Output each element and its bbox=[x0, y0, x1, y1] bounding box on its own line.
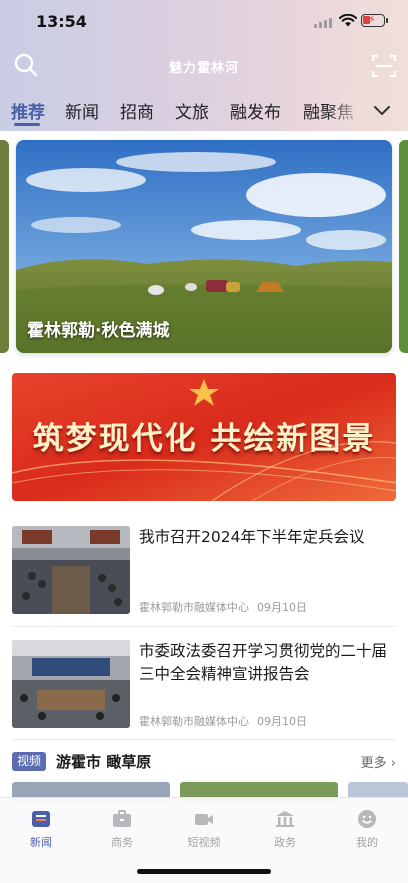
tabbar-label: 新闻 bbox=[30, 836, 52, 849]
news-title: 我市召开2024年下半年定兵会议 bbox=[139, 528, 365, 546]
video-camera-icon bbox=[195, 814, 213, 825]
news-date: 09月10日 bbox=[257, 601, 307, 614]
tab-recommend[interactable]: 推荐 bbox=[11, 98, 45, 123]
signal-icon bbox=[314, 18, 334, 28]
tab-culture-travel[interactable]: 文旅 bbox=[175, 98, 209, 123]
news-meta: 霍林郭勒市融媒体中心 09月10日 bbox=[139, 713, 307, 729]
more-label: 更多 bbox=[360, 756, 387, 771]
tabbar-government[interactable]: 政务 bbox=[255, 808, 315, 850]
channel-tabs: 推荐 新闻 招商 文旅 融发布 融聚焦 bbox=[0, 92, 408, 128]
active-tab-indicator bbox=[14, 123, 40, 126]
top-bar: 魅力霍林河 bbox=[0, 48, 408, 86]
tabbar-business[interactable]: 商务 bbox=[92, 808, 152, 850]
tab-news[interactable]: 新闻 bbox=[65, 98, 99, 123]
divider bbox=[12, 739, 396, 740]
video-section-header: 视频 游霍市 瞰草原 更多 › bbox=[12, 750, 396, 774]
tabbar-label: 我的 bbox=[356, 836, 378, 849]
news-source: 霍林郭勒市融媒体中心 bbox=[139, 601, 249, 614]
carousel-prev-slide[interactable] bbox=[0, 140, 9, 353]
news-date: 09月10日 bbox=[257, 715, 307, 728]
chevron-down-icon[interactable] bbox=[372, 100, 392, 120]
tabbar-label: 商务 bbox=[111, 836, 133, 849]
carousel-next-slide[interactable] bbox=[399, 140, 408, 353]
header: 13:54 ⚡ 魅力霍林河 推荐 新闻 招商 文旅 融发布 bbox=[0, 0, 408, 131]
briefcase-icon bbox=[113, 810, 131, 827]
tabbar-label: 短视频 bbox=[187, 836, 221, 849]
video-badge: 视频 bbox=[12, 752, 47, 771]
status-bar: 13:54 ⚡ bbox=[0, 0, 408, 44]
chevron-right-icon: › bbox=[390, 756, 396, 771]
hero-carousel-slide[interactable]: 霍林郭勒·秋色满城 bbox=[16, 140, 392, 353]
wifi-icon bbox=[339, 14, 357, 27]
news-item[interactable]: 市委政法委召开学习贯彻党的二十届三中全会精神宣讲报告会 霍林郭勒市融媒体中心 09… bbox=[12, 640, 396, 736]
status-time: 13:54 bbox=[36, 12, 87, 31]
tabs-fade bbox=[326, 92, 366, 128]
tab-investment[interactable]: 招商 bbox=[120, 98, 154, 123]
news-item[interactable]: 我市召开2024年下半年定兵会议 霍林郭勒市融媒体中心 09月10日 bbox=[12, 526, 396, 622]
hero-caption: 霍林郭勒·秋色满城 bbox=[27, 321, 170, 341]
news-source: 霍林郭勒市融媒体中心 bbox=[139, 715, 249, 728]
divider bbox=[12, 626, 396, 627]
tabbar-mine[interactable]: 我的 bbox=[337, 808, 397, 850]
tabbar-news[interactable]: 新闻 bbox=[11, 808, 71, 850]
app-screen: 13:54 ⚡ 魅力霍林河 推荐 新闻 招商 文旅 融发布 霍林郭勒·秋色满城 … bbox=[0, 0, 408, 883]
tabbar-short-video[interactable]: 短视频 bbox=[174, 808, 234, 850]
banner-slogan: 筑梦现代化 共绘新图景 bbox=[32, 421, 376, 457]
news-thumbnail bbox=[12, 526, 130, 614]
news-title: 市委政法委召开学习贯彻党的二十届三中全会精神宣讲报告会 bbox=[139, 642, 388, 683]
promo-banner[interactable]: 筑梦现代化 共绘新图景 bbox=[12, 373, 396, 501]
news-meta: 霍林郭勒市融媒体中心 09月10日 bbox=[139, 599, 307, 615]
scan-icon[interactable] bbox=[371, 53, 397, 79]
tab-release[interactable]: 融发布 bbox=[230, 98, 281, 123]
home-indicator bbox=[137, 869, 271, 874]
battery-icon: ⚡ bbox=[361, 13, 388, 27]
video-section-title: 游霍市 瞰草原 bbox=[56, 753, 152, 771]
news-thumbnail bbox=[12, 640, 130, 728]
tabbar-label: 政务 bbox=[274, 836, 296, 849]
news-icon bbox=[32, 811, 50, 827]
app-title: 魅力霍林河 bbox=[168, 61, 239, 76]
government-building-icon bbox=[276, 811, 294, 827]
smiley-face-icon bbox=[358, 810, 376, 828]
more-link[interactable]: 更多 › bbox=[361, 752, 396, 771]
